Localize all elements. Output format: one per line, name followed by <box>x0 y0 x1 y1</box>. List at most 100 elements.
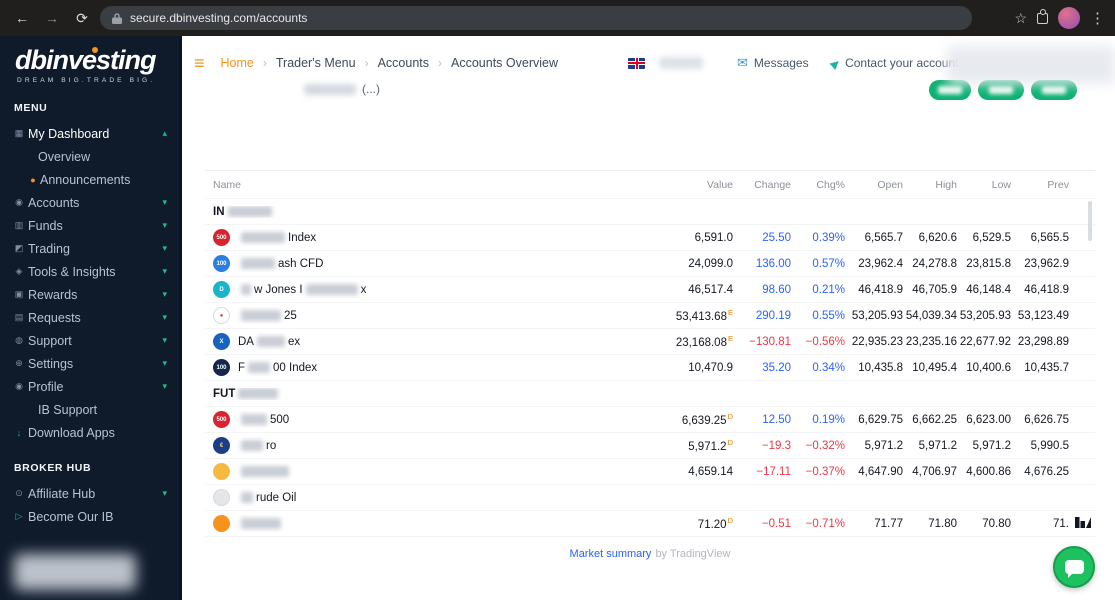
name-text: IN <box>213 205 225 218</box>
market-row[interactable]: ● 25 53,413.68E 290.19 0.55% 53,205.93 54,039.… <box>205 303 1095 329</box>
sidebar-item-ib-support[interactable]: IB Support <box>0 398 179 421</box>
sidebar-item-announcements[interactable]: ● Announcements <box>0 168 179 191</box>
value-cell: 4,659.14 <box>688 465 733 478</box>
high-cell: 71.80 <box>928 517 957 530</box>
symbol-icon: ● <box>213 307 230 324</box>
sidebar-item-funds[interactable]: ▥ Funds ▾ <box>0 214 179 237</box>
redacted-text <box>241 414 267 425</box>
sidebar-item-tools-insights[interactable]: ◈ Tools & Insights ▾ <box>0 260 179 283</box>
sidebar-item-download-apps[interactable]: ↓ Download Apps <box>0 421 179 444</box>
redacted-language-label[interactable] <box>659 57 703 69</box>
sidebar-item-my-dashboard[interactable]: ▦ My Dashboard ▴ <box>0 122 179 145</box>
widget-footer: Market summary by TradingView <box>205 537 1095 571</box>
redacted-user-info[interactable] <box>947 46 1115 84</box>
uk-flag-icon[interactable] <box>628 57 645 69</box>
sidebar-item-label: Tools & Insights <box>28 264 116 279</box>
name-text: 25 <box>284 309 297 322</box>
low-cell: 70.80 <box>982 517 1011 530</box>
market-row[interactable]: € ro 5,971.2D −19.3 −0.32% 5,971.2 5,971.2 5,97… <box>205 433 1095 459</box>
low-cell: 53,205.93 <box>959 309 1011 322</box>
market-row[interactable]: 71.20D −0.51 −0.71% 71.77 71.80 70.80 71. <box>205 511 1095 537</box>
sidebar-item-become-our-ib[interactable]: ▷ Become Our IB <box>0 505 179 528</box>
column-header-value: Value <box>706 178 733 191</box>
browser-menu-icon[interactable]: ⋮ <box>1090 9 1105 27</box>
chevron-down-icon: ▾ <box>162 381 167 391</box>
bookmark-star-icon[interactable]: ☆ <box>1014 10 1027 27</box>
breadcrumb-accounts-overview[interactable]: Accounts Overview <box>451 56 558 70</box>
sidebar-item-label: Accounts <box>28 195 80 210</box>
market-row[interactable]: 500 500 6,639.25D 12.50 0.19% 6,629.75 6,662.2… <box>205 407 1095 433</box>
tradingview-logo-icon[interactable] <box>1075 517 1091 528</box>
symbol-icon: X <box>213 333 230 350</box>
market-row[interactable]: rude Oil <box>205 485 1095 511</box>
sidebar-item-accounts[interactable]: ◉ Accounts ▾ <box>0 191 179 214</box>
live-chat-button[interactable] <box>1053 546 1095 588</box>
sidebar-item-affiliate-hub[interactable]: ⊙ Affiliate Hub ▾ <box>0 482 179 505</box>
address-bar[interactable]: secure.dbinvesting.com/accounts <box>100 6 972 30</box>
change-cell: −0.51 <box>761 517 791 530</box>
sidebar-support-icon: ◍ <box>15 335 23 345</box>
low-cell: 46,148.4 <box>966 283 1011 296</box>
reload-icon[interactable]: ⟳ <box>70 6 94 30</box>
redacted-text <box>238 388 279 399</box>
market-row[interactable]: X DA ex 23,168.08E −130.81 −0.56% 22,935.23 23,… <box>205 329 1095 355</box>
sidebar-item-overview[interactable]: Overview <box>0 145 179 168</box>
chevron-down-icon: ▾ <box>162 197 167 207</box>
change-cell: −130.81 <box>749 335 791 348</box>
breadcrumb-trader-s-menu[interactable]: Trader's Menu <box>276 56 356 70</box>
market-table-body: IN 500 Index 6,591.0 25.50 0.39% 6,565.7 6,620.… <box>205 199 1095 537</box>
symbol-icon: 100 <box>213 359 230 376</box>
column-header-chg: Chg% <box>816 178 845 191</box>
redacted-text <box>305 284 358 295</box>
value-cell: 53,413.68E <box>675 308 733 323</box>
chg-percent-cell: 0.21% <box>812 283 845 296</box>
sidebar-item-trading[interactable]: ◩ Trading ▾ <box>0 237 179 260</box>
top-navigation-bar: ≡ Home › Trader's Menu › Accounts › Accounts O… <box>182 36 1115 90</box>
value-cell: 46,517.4 <box>688 283 733 296</box>
extensions-icon[interactable] <box>1037 8 1048 24</box>
open-cell: 4,647.90 <box>858 465 903 478</box>
hamburger-menu-icon[interactable]: ≡ <box>194 53 205 74</box>
sidebar-item-rewards[interactable]: ▣ Rewards ▾ <box>0 283 179 306</box>
name-text: F <box>238 361 246 374</box>
market-row[interactable]: 4,659.14 −17.11 −0.37% 4,647.90 4,706.97 4,60… <box>205 459 1095 485</box>
market-row[interactable]: Dw Jones I x 46,517.4 98.60 0.21% 46,418.9 46,… <box>205 277 1095 303</box>
chevron-down-icon: ▾ <box>162 289 167 299</box>
brand-logo[interactable]: dbinvesting <box>0 36 179 75</box>
change-cell: 136.00 <box>755 257 791 270</box>
market-group-header: FUT <box>205 381 1095 407</box>
prev-cell: 6,626.75 <box>1024 413 1069 426</box>
sidebar-funds-icon: ▥ <box>14 220 24 230</box>
symbol-icon: D <box>213 281 230 298</box>
sidebar-item-profile[interactable]: ◉ Profile ▾ <box>0 375 179 398</box>
back-icon[interactable]: ← <box>10 6 34 30</box>
sidebar: dbinvesting DREAM BIG.TRADE BIG. MENU ▦ M… <box>0 36 182 600</box>
sidebar-item-label: Funds <box>28 218 63 233</box>
sidebar-rewards-icon: ▣ <box>14 289 24 299</box>
symbol-name: 100 ash CFD <box>213 255 659 272</box>
messages-link[interactable]: ✉ Messages <box>737 55 809 71</box>
sidebar-item-settings[interactable]: ⊕ Settings ▾ <box>0 352 179 375</box>
market-row[interactable]: 500 Index 6,591.0 25.50 0.39% 6,565.7 6,620.6 6… <box>205 225 1095 251</box>
sidebar-item-label: Support <box>28 333 72 348</box>
chg-percent-cell: 0.34% <box>812 361 845 374</box>
breadcrumb-separator-icon: › <box>438 56 443 70</box>
widget-scrollbar[interactable] <box>1088 201 1092 241</box>
breadcrumb-home[interactable]: Home <box>221 56 254 70</box>
market-row[interactable]: 100 ash CFD 24,099.0 136.00 0.57% 23,962.4 24,… <box>205 251 1095 277</box>
browser-profile-avatar[interactable] <box>1058 7 1080 29</box>
forward-icon[interactable]: → <box>40 6 64 30</box>
chg-percent-cell: −0.37% <box>805 465 845 478</box>
name-text: ro <box>266 439 277 452</box>
chevron-down-icon: ▾ <box>162 335 167 345</box>
lock-icon <box>112 12 122 24</box>
market-row[interactable]: 100 F 00 Index 10,470.9 35.20 0.34% 10,435.8 10… <box>205 355 1095 381</box>
redacted-text <box>241 258 275 269</box>
menu-section-label: MENU <box>14 102 48 114</box>
sidebar-item-requests[interactable]: ▤ Requests ▾ <box>0 306 179 329</box>
sidebar-item-support[interactable]: ◍ Support ▾ <box>0 329 179 352</box>
market-summary-link[interactable]: Market summary <box>570 548 652 560</box>
low-cell: 5,971.2 <box>972 439 1011 452</box>
breadcrumb-accounts[interactable]: Accounts <box>378 56 429 70</box>
open-cell: 71.77 <box>874 517 903 530</box>
